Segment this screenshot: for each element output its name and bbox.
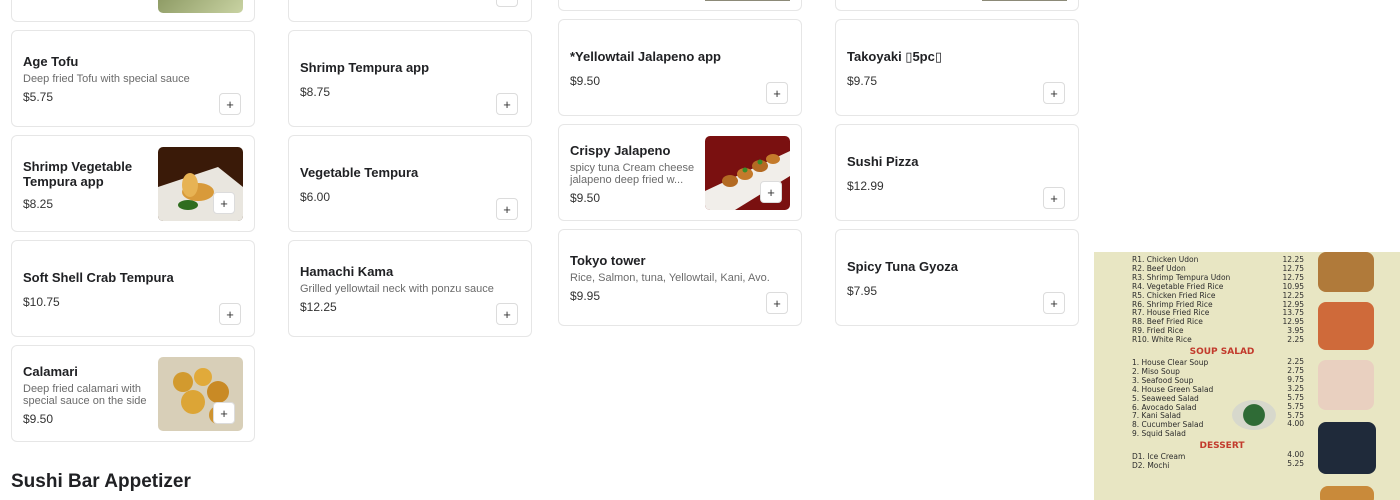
menu-card-tokyo-tower[interactable]: Tokyo tower Rice, Salmon, tuna, Yellowta… (558, 229, 802, 326)
add-button[interactable]: + (219, 303, 241, 325)
menu-card-takoyaki[interactable]: Takoyaki ▯5pc▯ $9.75 + (835, 19, 1079, 116)
add-button[interactable]: + (219, 93, 241, 115)
add-button[interactable]: + (1043, 82, 1065, 104)
add-button[interactable]: + (1043, 292, 1065, 314)
item-price: $8.25 (23, 197, 54, 211)
menu-card-sushi-pizza[interactable]: Sushi Pizza $12.99 + (835, 124, 1079, 221)
item-title: Age Tofu (23, 54, 79, 69)
item-price: $9.95 (570, 289, 601, 303)
dish-thumbnail (1320, 486, 1374, 500)
menu-price: 4.00 (1287, 419, 1304, 429)
item-description: Grilled yellowtail neck with ponzu sauce (300, 283, 494, 295)
add-button[interactable]: + (766, 82, 788, 104)
item-title: Vegetable Tempura (300, 165, 419, 180)
item-title: Shrimp Tempura app (300, 60, 430, 75)
menu-card-clipped[interactable] (835, 0, 1079, 11)
item-description: Rice, Salmon, tuna, Yellowtail, Kani, Av… (570, 272, 770, 284)
clipped-food-photo (705, 0, 790, 1)
add-button[interactable]: + (496, 93, 518, 115)
item-title: Crispy Jalapeno (570, 143, 671, 158)
item-price: $5.75 (23, 90, 54, 104)
item-price: $6.00 (300, 190, 331, 204)
item-title: Hamachi Kama (300, 264, 394, 279)
item-price: $10.75 (23, 295, 60, 309)
menu-card-shrimp-tempura[interactable]: Shrimp Tempura app $8.75 + (288, 30, 532, 127)
menu-card-vegetable-tempura[interactable]: Vegetable Tempura $6.00 + (288, 135, 532, 232)
menu-price (1274, 429, 1304, 438)
item-description: Deep fried calamari with special sauce o… (23, 383, 147, 407)
item-price: $7.95 (847, 284, 878, 298)
item-description: Deep fried Tofu with special sauce (23, 73, 190, 85)
item-price: $8.75 (300, 85, 331, 99)
dish-thumbnail (1318, 302, 1374, 350)
add-button[interactable]: + (496, 198, 518, 220)
item-description: spicy tuna Cream cheese jalapeno deep fr… (570, 162, 695, 186)
menu-photo[interactable]: R1. Chicken Udon R2. Beef Udon R3. Shrim… (1094, 252, 1400, 500)
item-price: $9.50 (570, 74, 601, 88)
add-button[interactable]: + (496, 303, 518, 325)
menu-card-clipped[interactable]: + (288, 0, 532, 22)
menu-card-calamari[interactable]: Calamari Deep fried calamari with specia… (11, 345, 255, 442)
item-title: Calamari (23, 364, 78, 379)
menu-card-soft-shell-crab-tempura[interactable]: Soft Shell Crab Tempura $10.75 + (11, 240, 255, 337)
menu-photo-prices: 12.25 12.75 12.75 10.95 12.25 12.95 13.7… (1274, 255, 1304, 469)
add-button[interactable]: + (766, 292, 788, 314)
menu-card-crispy-jalapeno[interactable]: Crispy Jalapeno spicy tuna Cream cheese … (558, 124, 802, 221)
section-heading: Sushi Bar Appetizer (11, 471, 191, 492)
menu-card-clipped[interactable] (11, 0, 255, 22)
add-button[interactable]: + (213, 192, 235, 214)
item-title: Tokyo tower (570, 253, 646, 268)
item-title: Soft Shell Crab Tempura (23, 270, 174, 285)
item-title: Spicy Tuna Gyoza (847, 259, 959, 274)
menu-card-clipped[interactable] (558, 0, 802, 11)
dish-thumbnail (1318, 252, 1374, 292)
menu-card-shrimp-vegetable-tempura[interactable]: Shrimp Vegetable Tempura app $8.25 + (11, 135, 255, 232)
item-title: Takoyaki ▯5pc▯ (847, 49, 942, 64)
clipped-food-photo (982, 0, 1067, 1)
add-button[interactable]: + (760, 181, 782, 203)
item-title: *Yellowtail Jalapeno app (570, 49, 721, 64)
menu-price: 2.25 (1287, 335, 1304, 345)
item-price: $12.25 (300, 300, 337, 314)
item-price: $12.99 (847, 179, 884, 193)
menu-card-yellowtail-jalapeno[interactable]: *Yellowtail Jalapeno app $9.50 + (558, 19, 802, 116)
salad-bowl-photo (1232, 400, 1276, 430)
dish-thumbnail (1318, 422, 1376, 474)
dish-thumbnail (1318, 360, 1374, 410)
menu-card-age-tofu[interactable]: Age Tofu Deep fried Tofu with special sa… (11, 30, 255, 127)
item-price: $9.50 (570, 191, 601, 205)
item-title: Sushi Pizza (847, 154, 919, 169)
item-price: $9.50 (23, 412, 54, 426)
clipped-food-photo (158, 0, 243, 13)
item-price: $9.75 (847, 74, 878, 88)
menu-card-spicy-tuna-gyoza[interactable]: Spicy Tuna Gyoza $7.95 + (835, 229, 1079, 326)
add-button[interactable]: + (1043, 187, 1065, 209)
menu-price: 5.25 (1287, 459, 1304, 469)
menu-card-hamachi-kama[interactable]: Hamachi Kama Grilled yellowtail neck wit… (288, 240, 532, 337)
add-button[interactable]: + (496, 0, 518, 7)
add-button[interactable]: + (213, 402, 235, 424)
item-title: Shrimp Vegetable Tempura app (23, 159, 133, 189)
